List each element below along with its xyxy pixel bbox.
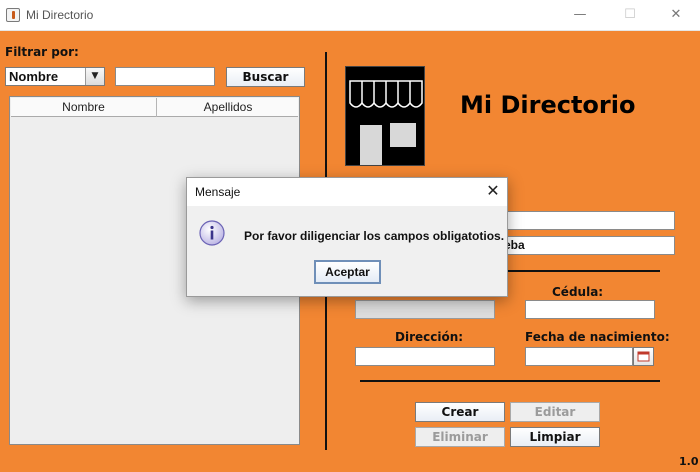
name-field[interactable]	[500, 211, 675, 230]
filter-label: Filtrar por:	[5, 45, 79, 59]
calendar-button[interactable]	[633, 347, 654, 366]
chevron-down-icon[interactable]: ▼	[85, 68, 104, 85]
surname-field[interactable]: eba	[500, 236, 675, 255]
dialog-ok-button[interactable]: Aceptar	[314, 260, 381, 284]
java-app-icon	[6, 8, 20, 22]
cedula-label: Cédula:	[552, 285, 604, 299]
message-dialog: Mensaje ✕ Por favor diligenciar los camp…	[186, 177, 508, 297]
filter-select-value: Nombre	[9, 69, 59, 84]
direccion-field[interactable]	[355, 347, 495, 366]
column-header-nombre[interactable]: Nombre	[11, 98, 157, 117]
direccion-label: Dirección:	[395, 330, 464, 344]
fecha-nacimiento-label: Fecha de nacimiento:	[525, 330, 670, 344]
id-field-disabled	[355, 300, 495, 319]
form-divider-bottom	[360, 380, 660, 382]
search-button[interactable]: Buscar	[226, 67, 305, 87]
eliminar-button[interactable]: Eliminar	[415, 427, 505, 447]
info-icon	[199, 220, 225, 246]
dialog-titlebar: Mensaje ✕	[187, 178, 507, 206]
minimize-button[interactable]: —	[568, 5, 592, 25]
window-title: Mi Directorio	[26, 8, 94, 22]
app-title: Mi Directorio	[460, 91, 636, 119]
table-header: Nombre Apellidos	[11, 98, 298, 117]
calendar-icon	[637, 351, 650, 362]
window-close-button[interactable]: ✕	[664, 5, 688, 25]
search-input[interactable]	[115, 67, 215, 86]
filter-select[interactable]: Nombre ▼	[5, 67, 105, 86]
dialog-close-button[interactable]: ✕	[483, 181, 503, 201]
window-titlebar: Mi Directorio — ☐ ✕	[0, 0, 700, 31]
editar-button[interactable]: Editar	[510, 402, 600, 422]
crear-button[interactable]: Crear	[415, 402, 505, 422]
maximize-button[interactable]: ☐	[618, 5, 642, 25]
version-label: 1.0	[679, 455, 699, 468]
limpiar-button[interactable]: Limpiar	[510, 427, 600, 447]
fecha-nacimiento-field[interactable]	[525, 347, 633, 366]
cedula-field[interactable]	[525, 300, 655, 319]
dialog-title: Mensaje	[195, 185, 241, 199]
storefront-icon	[345, 66, 425, 166]
dialog-message: Por favor diligenciar los campos obligat…	[244, 229, 505, 243]
column-header-apellidos[interactable]: Apellidos	[158, 98, 298, 117]
